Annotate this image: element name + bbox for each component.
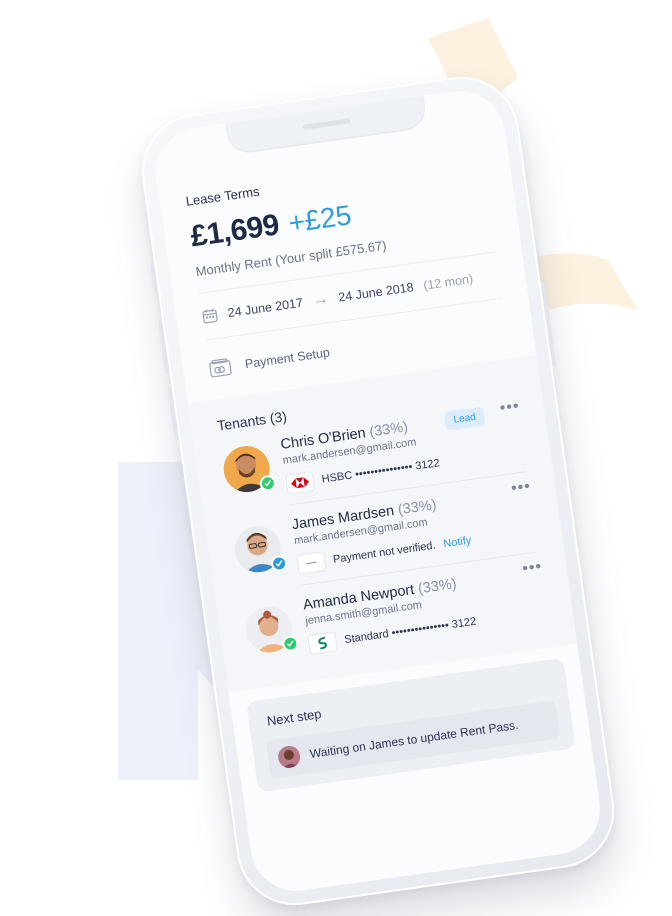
check-icon xyxy=(270,554,289,573)
payment-status-text: Payment not verified. xyxy=(332,539,437,566)
phone-silent-switch xyxy=(149,260,158,292)
avatar xyxy=(276,744,302,770)
phone-volume-down xyxy=(167,385,179,440)
avatar-wrap xyxy=(243,603,300,656)
lease-terms-section: Lease Terms £1,699 +£25 Monthly Rent (Yo… xyxy=(159,149,528,345)
standard-chartered-logo-icon xyxy=(307,631,338,656)
avatar-wrap xyxy=(231,523,289,576)
rent-extra: +£25 xyxy=(286,199,354,239)
phone-body: Lease Terms £1,699 +£25 Monthly Rent (Yo… xyxy=(134,69,622,913)
credit-card-icon xyxy=(208,357,232,378)
notify-link[interactable]: Notify xyxy=(443,535,473,551)
lease-start-date: 24 June 2017 xyxy=(226,295,304,321)
tenants-section: Tenants (3) Chris O'Brien (33%) mark.and… xyxy=(187,354,578,693)
lease-date-row: 24 June 2017 → 24 June 2018 (12 mon) xyxy=(201,266,501,326)
empty-bank-logo-icon xyxy=(296,551,327,575)
tenant-bank-label: Standard ••••••••••••••• 3122 xyxy=(343,615,477,647)
lease-end-date: 24 June 2018 xyxy=(337,280,415,305)
more-dots-icon[interactable]: ••• xyxy=(521,558,543,579)
payment-setup-label: Payment Setup xyxy=(244,345,331,372)
arrow-right-icon: → xyxy=(311,290,330,310)
lease-duration: (12 mon) xyxy=(422,271,474,293)
next-step-text: Waiting on James to update Rent Pass. xyxy=(308,717,520,761)
phone-mockup: Lease Terms £1,699 +£25 Monthly Rent (Yo… xyxy=(134,69,622,913)
avatar-wrap xyxy=(220,443,277,496)
rent-amount: £1,699 xyxy=(188,208,282,254)
calendar-icon xyxy=(201,307,219,325)
check-icon xyxy=(281,634,300,653)
more-dots-icon[interactable]: ••• xyxy=(499,398,521,419)
check-icon xyxy=(258,474,277,493)
more-dots-icon[interactable]: ••• xyxy=(510,478,532,499)
phone-volume-up xyxy=(158,320,170,375)
tenant-bank-label: HSBC ••••••••••••••• 3122 xyxy=(321,457,441,486)
hsbc-logo-icon xyxy=(284,470,316,495)
